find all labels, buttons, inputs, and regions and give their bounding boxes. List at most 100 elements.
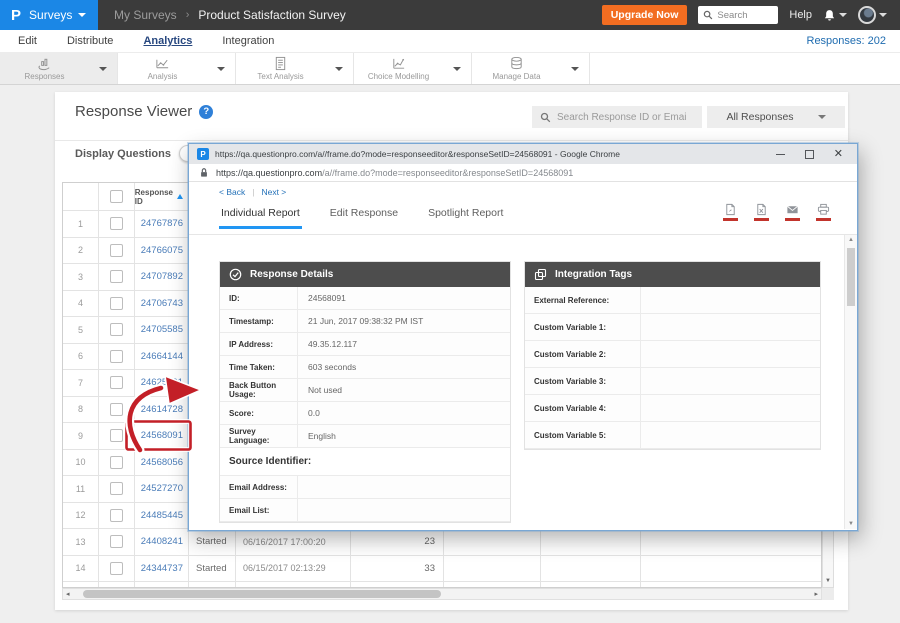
row-checkbox[interactable] [110,297,123,310]
global-search-input[interactable] [717,10,772,21]
surveys-menu[interactable]: Surveys [29,8,86,22]
bell-icon [823,9,836,22]
detail-label: Timestamp: [220,310,297,332]
scroll-up-arrow-icon[interactable]: ▲ [848,237,854,243]
row-checkbox[interactable] [110,376,123,389]
display-questions-label: Display Questions [75,148,171,160]
detail-value: 21 Jun, 2017 09:38:32 PM IST [297,310,510,332]
minimize-icon[interactable] [776,154,785,155]
toolbar-responses[interactable]: Responses [0,53,89,84]
responses-count: Responses: 202 [807,35,900,47]
row-checkbox[interactable] [110,562,123,575]
row-checkbox[interactable] [110,509,123,522]
table-horizontal-scrollbar[interactable]: ◂ ▸ [62,588,822,600]
logo-block[interactable]: P Surveys [0,0,98,30]
detail-row: ID:24568091 [220,287,510,310]
window-titlebar[interactable]: P https://qa.questionpro.com/a//frame.do… [189,144,857,164]
response-id-link[interactable]: 24527270 [135,476,189,502]
scroll-right-arrow-icon[interactable]: ▸ [814,590,818,598]
response-id-link[interactable]: 24766075 [135,238,189,264]
next-link[interactable]: Next > [261,187,286,197]
response-id-link[interactable]: 24568056 [135,450,189,476]
help-link[interactable]: Help [789,9,812,21]
tag-label: Custom Variable 2: [525,341,640,367]
menu-distribute[interactable]: Distribute [67,35,113,47]
response-id-link[interactable]: 24767876 [135,211,189,237]
toolbar-choice-modelling-dropdown[interactable] [443,53,471,84]
row-checkbox[interactable] [110,456,123,469]
breadcrumb-my-surveys[interactable]: My Surveys [114,8,177,22]
menu-integration[interactable]: Integration [222,35,274,47]
row-checkbox[interactable] [110,403,123,416]
tag-row: External Reference: [525,287,820,314]
tab-edit-response[interactable]: Edit Response [328,201,400,229]
response-id-link[interactable]: 24706743 [135,291,189,317]
toolbar-choice-modelling-label: Choice Modelling [368,72,429,81]
scroll-down-arrow-icon[interactable]: ▼ [848,521,854,527]
toolbar-analysis[interactable]: Analysis [118,53,207,84]
row-checkbox[interactable] [110,350,123,363]
response-search-box[interactable] [532,106,702,128]
response-id-link[interactable]: 24344737 [135,556,189,582]
row-checkbox[interactable] [110,535,123,548]
horizontal-scroll-thumb[interactable] [83,590,441,598]
detail-value: Not used [297,379,510,401]
toolbar-text-analysis-dropdown[interactable] [325,53,353,84]
response-id-link[interactable]: 24485445 [135,503,189,529]
toolbar-choice-modelling[interactable]: Choice Modelling [354,53,443,84]
account-menu[interactable] [858,6,887,24]
select-all-checkbox[interactable] [110,190,123,203]
row-select [99,423,135,449]
notifications-menu[interactable] [823,9,847,22]
toolbar-analysis-dropdown[interactable] [207,53,235,84]
export-excel-button[interactable] [754,203,769,221]
chevron-down-icon [453,67,461,71]
red-underline [723,218,738,221]
address-bar[interactable]: https://qa.questionpro.com/a//frame.do?m… [189,164,857,182]
row-checkbox[interactable] [110,429,123,442]
response-id-link[interactable]: 24568091 [135,423,189,449]
menu-analytics[interactable]: Analytics [143,35,192,47]
response-id-link[interactable]: 24625131 [135,370,189,396]
back-link[interactable]: < Back [219,187,245,197]
help-icon[interactable]: ? [199,105,213,119]
export-actions [723,203,831,221]
scroll-down-arrow-icon[interactable]: ▼ [825,578,831,584]
tab-spotlight-report[interactable]: Spotlight Report [426,201,505,229]
all-responses-dropdown[interactable]: All Responses [707,106,845,128]
popup-vertical-scrollbar[interactable]: ▲ ▼ [844,235,857,529]
toolbar-manage-data[interactable]: Manage Data [472,53,561,84]
toolbar-text-analysis[interactable]: Text Analysis [236,53,325,84]
response-id-link[interactable]: 24664144 [135,344,189,370]
row-checkbox[interactable] [110,270,123,283]
response-search-input[interactable] [557,112,687,123]
tab-individual-report[interactable]: Individual Report [219,201,302,229]
row-checkbox[interactable] [110,244,123,257]
integration-tags-header: Integration Tags [525,262,820,287]
close-icon[interactable]: ✕ [834,149,843,160]
detail-row: Timestamp:21 Jun, 2017 09:38:32 PM IST [220,310,510,333]
global-search-box[interactable] [698,6,778,24]
tag-label: External Reference: [525,287,640,313]
response-id-link[interactable]: 24408241 [135,529,189,555]
toolbar-manage-data-dropdown[interactable] [561,53,589,84]
toolbar-group-choice-modelling: Choice Modelling [354,53,472,84]
export-pdf-button[interactable] [723,203,738,221]
response-id-link[interactable]: 24705585 [135,317,189,343]
detail-row: Time Taken:603 seconds [220,356,510,379]
popup-scroll-thumb[interactable] [847,248,855,306]
scroll-left-arrow-icon[interactable]: ◂ [66,590,70,598]
row-checkbox[interactable] [110,217,123,230]
menu-edit[interactable]: Edit [18,35,37,47]
row-checkbox[interactable] [110,323,123,336]
response-editor-window: P https://qa.questionpro.com/a//frame.do… [188,143,858,531]
response-id-link[interactable]: 24614728 [135,397,189,423]
print-button[interactable] [816,203,831,221]
row-checkbox[interactable] [110,482,123,495]
upgrade-now-button[interactable]: Upgrade Now [602,5,688,25]
response-id-link[interactable]: 24707892 [135,264,189,290]
email-report-button[interactable] [785,203,800,221]
header-response-id[interactable]: Response ID [135,183,189,210]
toolbar-responses-dropdown[interactable] [89,53,117,84]
maximize-icon[interactable] [805,150,814,159]
